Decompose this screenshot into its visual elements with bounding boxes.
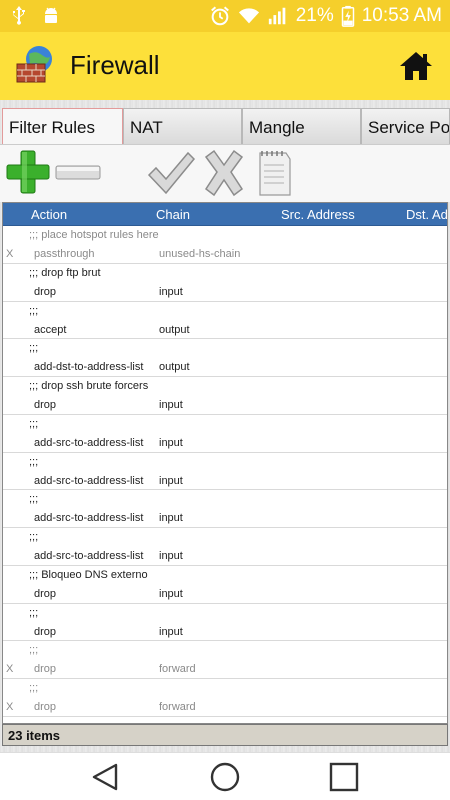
rule-chain: forward	[159, 663, 196, 676]
rule-comment: ;;;	[29, 531, 39, 543]
table-row[interactable]: ;;; accept output	[3, 302, 447, 340]
battery-percent: 21%	[295, 5, 334, 26]
status-bar: 21% 10:53 AM	[0, 0, 450, 32]
home-icon[interactable]	[398, 48, 434, 84]
rule-action: add-src-to-address-list	[34, 550, 144, 562]
rule-action: add-src-to-address-list	[34, 474, 144, 487]
wifi-icon	[238, 8, 259, 24]
rule-chain: input	[159, 285, 183, 298]
rule-chain: input	[159, 550, 183, 562]
usb-icon	[13, 6, 25, 25]
rule-action: add-src-to-address-list	[34, 436, 144, 449]
app-bar: Firewall	[0, 32, 450, 100]
table-row[interactable]: ;;; Bloqueo DNS externo drop input	[3, 566, 447, 604]
rule-chain: unused-hs-chain	[159, 248, 241, 260]
table-row[interactable]: ;;; add-src-to-address-list input	[3, 490, 447, 528]
firewall-logo-icon	[16, 46, 52, 83]
rule-chain: output	[159, 361, 190, 374]
table-row[interactable]: ;;; drop ftp brut drop input	[3, 264, 447, 302]
table-row[interactable]: ;;; Xdrop forward	[3, 641, 447, 679]
rule-chain: output	[159, 323, 190, 336]
table-header: Action Chain Src. Address Dst. Address	[3, 203, 447, 226]
rule-comment: ;;; drop ftp brut	[29, 266, 101, 279]
toolbar	[0, 144, 450, 202]
rule-comment: ;;;	[29, 644, 39, 657]
comment-notepad-icon[interactable]	[254, 145, 294, 203]
rule-disabled-flag: X	[6, 701, 14, 713]
rule-action: add-src-to-address-list	[34, 512, 144, 525]
tab-bar: Filter Rules NAT Mangle Service Ports	[0, 108, 450, 146]
rule-action: drop	[34, 625, 57, 638]
tab-nat[interactable]: NAT	[123, 108, 242, 144]
rule-disabled-flag: X	[6, 663, 14, 676]
rule-comment: ;;; place hotspot rules here	[29, 229, 159, 241]
rule-comment: ;;; Bloqueo DNS externo	[29, 568, 148, 581]
rule-chain: input	[159, 625, 183, 638]
disable-x-icon[interactable]	[202, 145, 246, 203]
rule-chain: input	[159, 474, 183, 487]
back-icon[interactable]	[86, 757, 126, 797]
rule-comment: ;;;	[29, 682, 39, 694]
rule-action: passthrough	[34, 248, 95, 260]
clock: 10:53 AM	[361, 5, 442, 26]
rule-action: drop	[34, 285, 57, 298]
table-row[interactable]: ;;; drop ssh brute forcers drop input	[3, 377, 447, 415]
rules-table: Action Chain Src. Address Dst. Address ;…	[2, 202, 448, 724]
rule-comment: ;;;	[29, 342, 39, 355]
rule-comment: ;;;	[29, 455, 39, 468]
rule-comment: ;;; drop ssh brute forcers	[29, 380, 149, 392]
rule-chain: input	[159, 399, 183, 411]
page-title: Firewall	[70, 50, 160, 80]
rule-comment: ;;;	[29, 417, 39, 430]
add-icon[interactable]	[4, 145, 52, 203]
column-header-action[interactable]: Action	[31, 207, 67, 222]
enable-check-icon[interactable]	[146, 145, 196, 203]
rule-action: drop	[34, 587, 57, 600]
rule-comment: ;;;	[29, 304, 39, 317]
rule-chain: input	[159, 587, 183, 600]
column-header-chain[interactable]: Chain	[156, 207, 190, 222]
table-body: ;;; place hotspot rules here Xpassthrough…	[3, 226, 447, 717]
table-row[interactable]: ;;; add-src-to-address-list input	[3, 415, 447, 453]
tab-service-ports[interactable]: Service Ports	[361, 108, 450, 144]
alarm-icon	[210, 6, 229, 26]
rule-comment: ;;;	[29, 493, 39, 506]
rule-action: add-dst-to-address-list	[34, 361, 144, 374]
column-header-dst-address[interactable]: Dst. Address	[406, 207, 447, 222]
android-debug-icon	[45, 7, 57, 23]
rule-action: accept	[34, 323, 67, 336]
rule-comment: ;;;	[29, 606, 39, 619]
table-row[interactable]: ;;; drop input	[3, 604, 447, 642]
rule-chain: forward	[159, 701, 196, 713]
rule-action: drop	[34, 399, 57, 411]
table-row[interactable]: ;;; place hotspot rules here Xpassthrough…	[3, 226, 447, 264]
table-row[interactable]: ;;; Xdrop forward	[3, 679, 447, 717]
column-header-src-address[interactable]: Src. Address	[281, 207, 355, 222]
rule-chain: input	[159, 512, 183, 525]
tab-mangle[interactable]: Mangle	[242, 108, 361, 144]
tab-filter-rules[interactable]: Filter Rules	[2, 108, 123, 146]
rule-disabled-flag: X	[6, 248, 14, 260]
rule-action: drop	[34, 663, 57, 676]
item-count: 23 items	[2, 724, 448, 746]
table-row[interactable]: ;;; add-src-to-address-list input	[3, 528, 447, 566]
table-row[interactable]: ;;; add-dst-to-address-list output	[3, 339, 447, 377]
remove-icon[interactable]	[54, 145, 102, 203]
home-circle-icon[interactable]	[205, 757, 245, 797]
battery-charging-icon	[341, 5, 354, 27]
navigation-bar	[0, 752, 450, 800]
signal-icon	[268, 7, 286, 25]
table-row[interactable]: ;;; add-src-to-address-list input	[3, 453, 447, 491]
recents-icon[interactable]	[324, 757, 364, 797]
rule-action: drop	[34, 701, 57, 713]
rule-chain: input	[159, 436, 183, 449]
